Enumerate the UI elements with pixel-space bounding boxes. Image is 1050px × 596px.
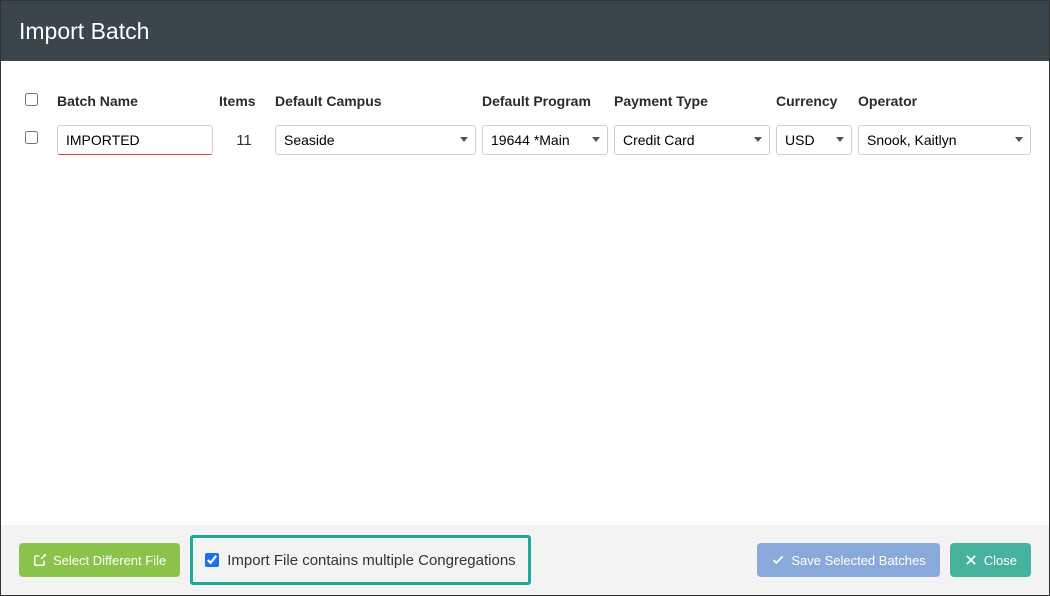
close-button[interactable]: Close (950, 543, 1031, 577)
col-currency: Currency (776, 93, 856, 121)
col-batch-name: Batch Name (57, 93, 217, 121)
button-label: Save Selected Batches (791, 553, 925, 568)
col-default-campus: Default Campus (275, 93, 480, 121)
dialog-body: Batch Name Items Default Campus Default … (1, 61, 1049, 525)
external-link-icon (33, 553, 47, 567)
multi-congregations-label: Import File contains multiple Congregati… (227, 552, 515, 569)
col-default-program: Default Program (482, 93, 612, 121)
dialog-footer: Select Different File Import File contai… (1, 525, 1049, 595)
default-campus-select[interactable]: Seaside (275, 125, 476, 155)
close-icon (964, 553, 978, 567)
batches-table: Batch Name Items Default Campus Default … (23, 91, 1037, 159)
button-label: Close (984, 553, 1017, 568)
check-icon (771, 553, 785, 567)
payment-type-select[interactable]: Credit Card (614, 125, 770, 155)
select-all-checkbox[interactable] (25, 93, 38, 106)
col-payment-type: Payment Type (614, 93, 774, 121)
select-different-file-button[interactable]: Select Different File (19, 543, 180, 577)
default-program-select[interactable]: 19644 *Main (482, 125, 608, 155)
multi-congregations-checkbox[interactable] (205, 553, 219, 567)
col-items: Items (219, 93, 273, 121)
batch-name-input[interactable] (57, 125, 213, 155)
import-batch-dialog: Import Batch Batch Name Items Default Ca… (0, 0, 1050, 596)
dialog-header: Import Batch (1, 1, 1049, 61)
table-row: 11 Seaside 19644 *Main Credit Card USD S… (25, 123, 1035, 157)
save-selected-batches-button[interactable]: Save Selected Batches (757, 543, 939, 577)
col-operator: Operator (858, 93, 1035, 121)
row-checkbox[interactable] (25, 131, 38, 144)
multi-congregations-option[interactable]: Import File contains multiple Congregati… (190, 535, 530, 585)
operator-select[interactable]: Snook, Kaitlyn (858, 125, 1031, 155)
items-count: 11 (219, 123, 273, 157)
button-label: Select Different File (53, 553, 166, 568)
page-title: Import Batch (19, 18, 149, 45)
currency-select[interactable]: USD (776, 125, 852, 155)
